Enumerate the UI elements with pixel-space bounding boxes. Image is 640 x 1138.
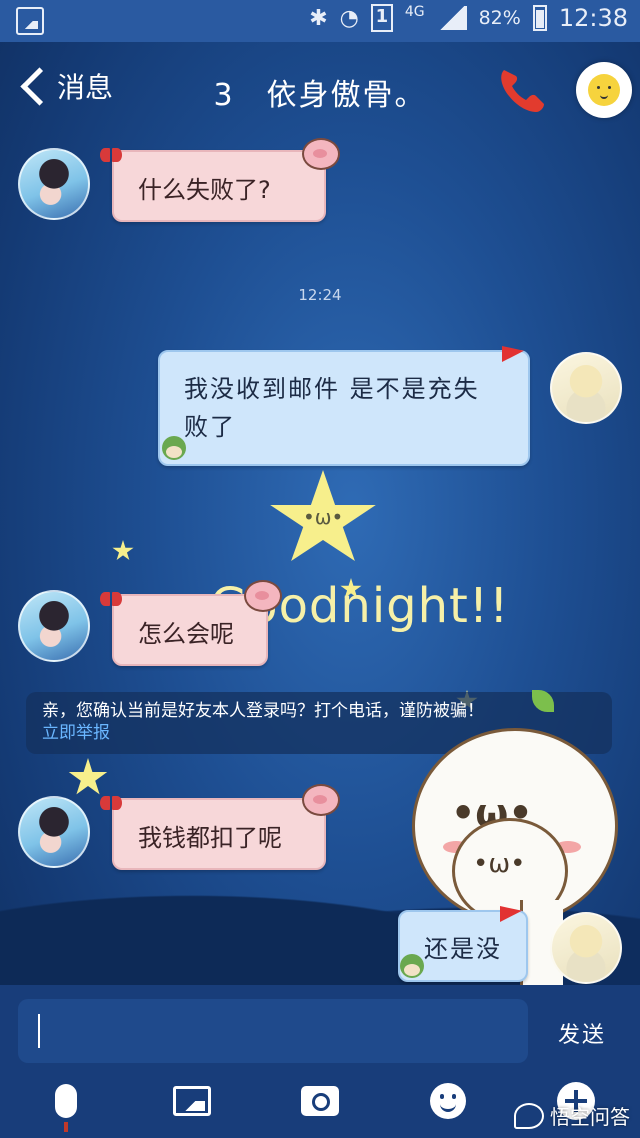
sender-avatar[interactable] [18,148,90,220]
message-bubble-received[interactable]: 我钱都扣了呢 [112,798,326,870]
bow-decoration [100,148,122,162]
camera-icon[interactable] [296,1077,344,1125]
message-bubble-received[interactable]: 怎么会呢 [112,594,268,666]
message-text: 还是没 [424,935,502,963]
watermark-text: 悟空问答 [550,1105,630,1129]
picture-icon[interactable] [168,1077,216,1125]
input-bar: 发送 悟空问答 [0,985,640,1138]
battery-percent: 82% [478,7,521,29]
pig-decoration [302,138,340,170]
my-avatar[interactable] [550,352,622,424]
small-star-decoration [68,758,108,795]
message-text: 我没收到邮件 是不是充失败了 [184,375,480,441]
wifi-icon: ◔ [339,5,359,31]
text-cursor [38,1014,40,1048]
sim-icon: 1 [370,4,393,32]
notice-text: 亲，您确认当前是好友本人登录吗？打个电话，谨防被骗！ [42,701,484,721]
watermark: 悟空问答 [514,1101,630,1130]
battery-icon [532,5,547,31]
pig-decoration [244,580,282,612]
message-text: 我钱都扣了呢 [138,824,282,852]
message-timestamp: 12:24 [298,286,342,304]
emoji-icon[interactable] [424,1077,472,1125]
message-text: 什么失败了? [138,176,271,204]
network-type: 4G [404,4,425,20]
my-avatar[interactable] [550,912,622,984]
message-input[interactable] [18,999,528,1063]
star-face: •ω• [303,505,344,529]
phone-call-icon[interactable] [496,64,548,116]
bow-decoration [100,796,122,810]
green-character-decoration [400,954,424,978]
send-button[interactable]: 发送 [540,1017,624,1049]
message-text: 怎么会呢 [138,620,234,648]
sender-avatar[interactable] [18,796,90,868]
smiley-icon [588,74,620,106]
gallery-notification-icon [16,7,44,35]
status-bar: ✱ ◔ 1 4G 82% 12:38 [0,0,640,42]
message-bubble-received[interactable]: 什么失败了? [112,150,326,222]
signal-icon [436,6,467,30]
bow-decoration [100,592,122,606]
small-star-decoration [112,540,134,561]
pig-decoration [302,784,340,816]
chat-header: 消息 3 依身傲骨。 [0,50,640,130]
sender-avatar[interactable] [18,590,90,662]
bluetooth-icon: ✱ [309,5,328,31]
status-time: 12:38 [558,4,628,32]
green-character-decoration [162,436,186,460]
small-mascot-face: •ω• [473,849,526,879]
message-bubble-sent[interactable]: 我没收到邮件 是不是充失败了 [158,350,530,466]
microphone-icon[interactable] [42,1077,90,1132]
contact-avatar[interactable] [576,62,632,118]
watermark-logo-icon [514,1102,544,1129]
